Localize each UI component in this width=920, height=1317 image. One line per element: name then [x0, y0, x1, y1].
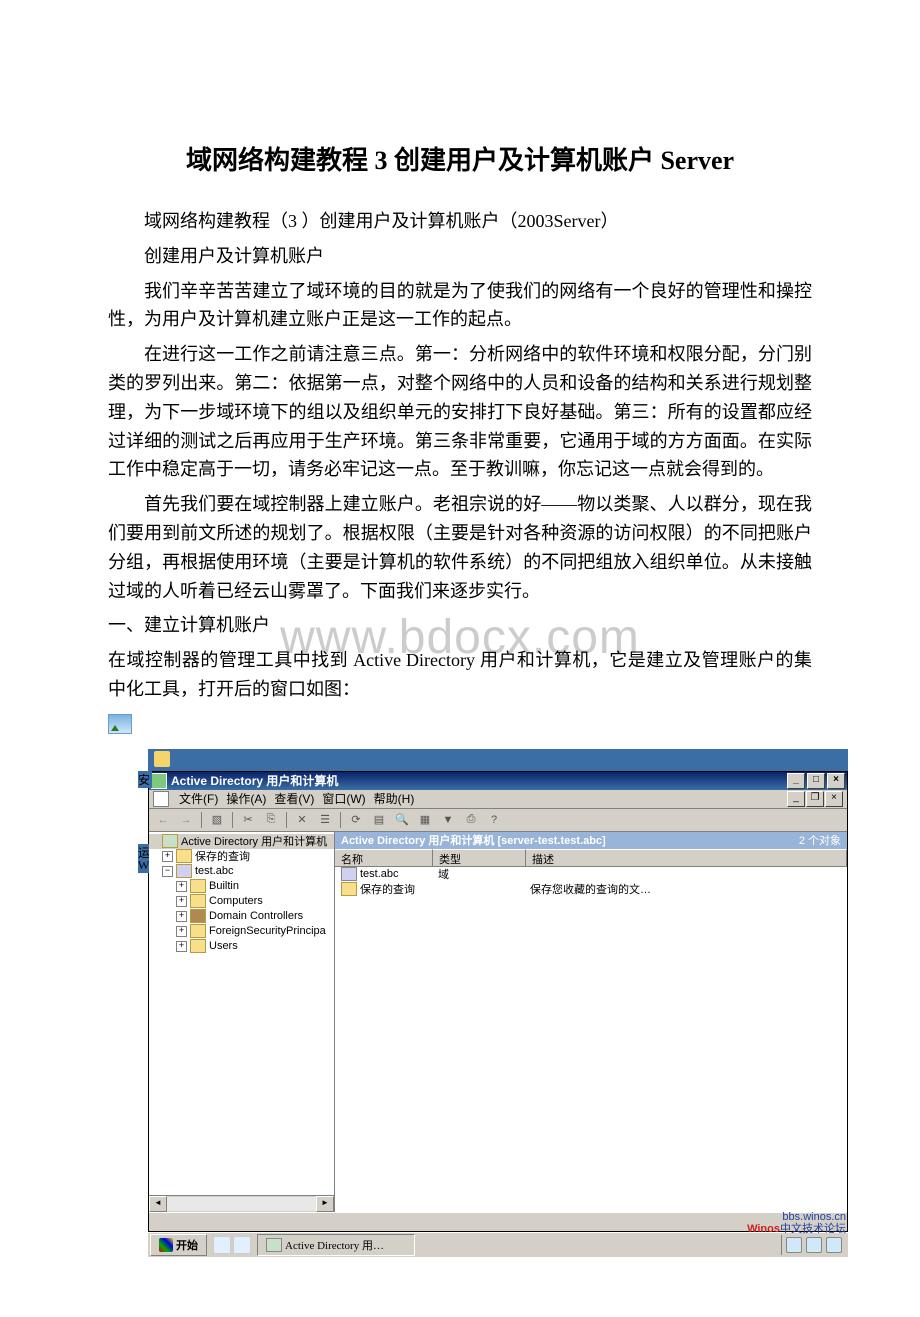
- section-heading-1: 一、建立计算机账户: [108, 611, 812, 640]
- mdi-minimize-button[interactable]: _: [787, 791, 805, 807]
- scroll-right-button[interactable]: ►: [316, 1196, 334, 1212]
- task-app-icon: [266, 1238, 282, 1252]
- tree-builtin[interactable]: + Builtin: [149, 879, 334, 894]
- close-button[interactable]: ×: [827, 773, 845, 789]
- row-type: 域: [432, 866, 524, 882]
- folder-icon: [341, 882, 357, 896]
- paragraph-4: 在进行这一工作之前请注意三点。第一：分析网络中的软件环境和权限分配，分门别类的罗…: [108, 340, 812, 484]
- toolbar: ← → ▧ ✂ ⎘ ✕ ☰ ⟳ ▤ 🔍 ▦ ▼ ⎙: [149, 809, 847, 832]
- properties-button[interactable]: ☰: [315, 810, 335, 830]
- row-name: 保存的查询: [360, 881, 415, 897]
- minimize-button[interactable]: _: [787, 773, 805, 789]
- list-header-title: Active Directory 用户和计算机 [server-test.tes…: [341, 832, 606, 848]
- side-label-a: 安: [138, 771, 152, 788]
- add-button[interactable]: ▦: [415, 810, 435, 830]
- paragraph-5: 首先我们要在域控制器上建立账户。老祖宗说的好——物以类聚、人以群分，现在我们要用…: [108, 490, 812, 605]
- start-button[interactable]: 开始: [150, 1234, 207, 1256]
- tree-root[interactable]: Active Directory 用户和计算机: [149, 834, 334, 849]
- tree-computers[interactable]: + Computers: [149, 894, 334, 909]
- mdi-restore-button[interactable]: ❐: [806, 791, 824, 807]
- menu-file[interactable]: 文件(F): [179, 790, 218, 807]
- menubar: 文件(F) 操作(A) 查看(V) 窗口(W) 帮助(H) _ ❐ ×: [149, 790, 847, 809]
- back-button[interactable]: ←: [153, 810, 173, 830]
- mdi-close-button[interactable]: ×: [825, 791, 843, 807]
- tree-scrollbar[interactable]: ◄ ►: [149, 1195, 334, 1212]
- tree-users-label: Users: [209, 940, 238, 952]
- tree-root-label: Active Directory 用户和计算机: [181, 833, 327, 849]
- delete-button[interactable]: ✕: [292, 810, 312, 830]
- maximize-button[interactable]: □: [807, 773, 825, 789]
- tray-icon[interactable]: [826, 1237, 842, 1253]
- column-desc[interactable]: 描述: [526, 849, 847, 866]
- filter-button[interactable]: ▤: [369, 810, 389, 830]
- page-title: 域网络构建教程 3 创建用户及计算机账户 Server: [108, 140, 812, 177]
- funnel-button[interactable]: ▼: [438, 810, 458, 830]
- desktop-strip: [148, 749, 848, 771]
- desktop-icon: [154, 751, 170, 767]
- list-header: Active Directory 用户和计算机 [server-test.tes…: [335, 832, 847, 849]
- paragraph-3: 我们辛辛苦苦建立了域环境的目的就是为了使我们的网络有一个良好的管理性和操控性，为…: [108, 277, 812, 335]
- refresh-button[interactable]: ⟳: [346, 810, 366, 830]
- help-button[interactable]: ?: [484, 810, 504, 830]
- list-row[interactable]: 保存的查询 保存您收藏的查询的文…: [335, 882, 847, 897]
- image-placeholder-icon: [108, 714, 132, 734]
- embedded-screenshot: 安 运 Wi Active Directory 用户和计算机 _ □ ×: [148, 749, 848, 1257]
- list-pane: Active Directory 用户和计算机 [server-test.tes…: [335, 832, 847, 1212]
- tray-icon[interactable]: [806, 1237, 822, 1253]
- paragraph-2: 创建用户及计算机账户: [108, 242, 812, 271]
- taskbar-task[interactable]: Active Directory 用…: [257, 1234, 415, 1256]
- menu-view[interactable]: 查看(V): [274, 790, 314, 807]
- tree-users[interactable]: + Users: [149, 939, 334, 954]
- tree-saved-queries-label: 保存的查询: [195, 848, 250, 864]
- bbs-line2b: 中文技术论坛: [780, 1223, 846, 1235]
- copy-button[interactable]: ⎘: [261, 810, 281, 830]
- tree-dc[interactable]: + Domain Controllers: [149, 909, 334, 924]
- forward-button[interactable]: →: [176, 810, 196, 830]
- tree-fsp-label: ForeignSecurityPrincipa: [209, 925, 326, 937]
- tree-builtin-label: Builtin: [209, 880, 239, 892]
- column-type[interactable]: 类型: [433, 849, 526, 866]
- tree-saved-queries[interactable]: + 保存的查询: [149, 849, 334, 864]
- start-label: 开始: [176, 1237, 198, 1253]
- domain-icon: [341, 867, 357, 881]
- list-row[interactable]: test.abc 域: [335, 867, 847, 882]
- tree-computers-label: Computers: [209, 895, 263, 907]
- tree-domain-label: test.abc: [195, 865, 234, 877]
- up-button[interactable]: ▧: [207, 810, 227, 830]
- ad-window: Active Directory 用户和计算机 _ □ × 文件(F) 操作(A…: [148, 771, 848, 1232]
- task-label: Active Directory 用…: [285, 1237, 384, 1253]
- column-headers: 名称 类型 描述: [335, 849, 847, 867]
- mdi-icon: [153, 791, 169, 807]
- tree-domain[interactable]: − test.abc: [149, 864, 334, 879]
- scroll-left-button[interactable]: ◄: [149, 1196, 167, 1212]
- bbs-watermark: bbs.winos.cn Winos中文技术论坛: [747, 1211, 846, 1235]
- system-tray: [781, 1235, 846, 1255]
- window-titlebar: Active Directory 用户和计算机 _ □ ×: [149, 772, 847, 790]
- quicklaunch-icon[interactable]: [233, 1236, 251, 1254]
- print-button[interactable]: ⎙: [461, 810, 481, 830]
- tray-icon[interactable]: [786, 1237, 802, 1253]
- paragraph-7: 在域控制器的管理工具中找到 Active Directory 用户和计算机，它是…: [108, 646, 812, 704]
- menu-window[interactable]: 窗口(W): [322, 790, 365, 807]
- column-name[interactable]: 名称: [335, 849, 433, 866]
- find-button[interactable]: 🔍: [392, 810, 412, 830]
- row-desc: 保存您收藏的查询的文…: [524, 881, 847, 897]
- tree-dc-label: Domain Controllers: [209, 910, 303, 922]
- row-name: test.abc: [360, 868, 399, 880]
- bbs-line1: bbs.winos.cn: [747, 1211, 846, 1223]
- statusbar: [149, 1212, 847, 1231]
- tree-pane: Active Directory 用户和计算机 + 保存的查询 − test.a…: [149, 832, 335, 1212]
- taskbar: 开始 Active Directory 用…: [148, 1232, 848, 1257]
- window-title: Active Directory 用户和计算机: [171, 772, 338, 789]
- tree-fsp[interactable]: + ForeignSecurityPrincipa: [149, 924, 334, 939]
- bbs-line2a: Winos: [747, 1223, 780, 1235]
- cut-button[interactable]: ✂: [238, 810, 258, 830]
- windows-flag-icon: [159, 1238, 173, 1252]
- app-icon: [151, 773, 167, 789]
- menu-action[interactable]: 操作(A): [226, 790, 266, 807]
- quicklaunch-icon[interactable]: [213, 1236, 231, 1254]
- menu-help[interactable]: 帮助(H): [374, 790, 415, 807]
- paragraph-1: 域网络构建教程（3 ）创建用户及计算机账户（2003Server）: [108, 207, 812, 236]
- list-header-count: 2 个对象: [799, 832, 841, 848]
